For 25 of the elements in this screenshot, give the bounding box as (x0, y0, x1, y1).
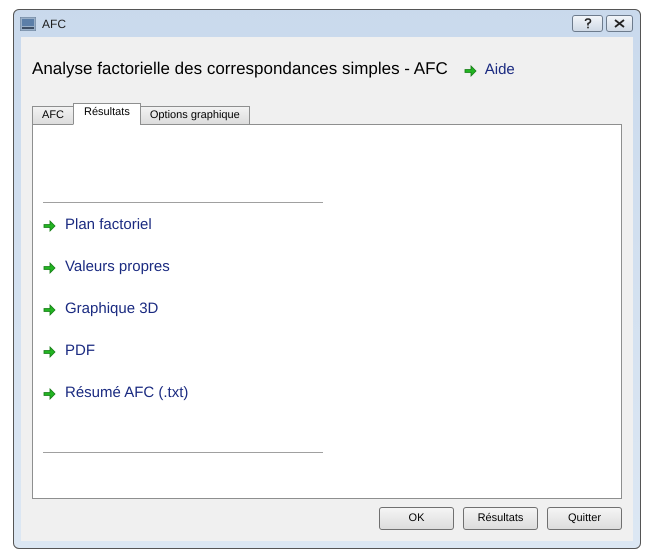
arrow-icon (43, 388, 56, 400)
arrow-icon (43, 262, 56, 274)
window-title: AFC (42, 16, 66, 32)
help-link[interactable]: Aide (464, 59, 515, 82)
arrow-icon (43, 304, 56, 316)
close-button[interactable] (606, 15, 633, 32)
arrow-icon (43, 346, 56, 358)
tab[interactable]: AFC (32, 106, 74, 125)
dialog-button[interactable]: OK (379, 507, 454, 530)
dialog-button[interactable]: Quitter (547, 507, 622, 530)
result-link[interactable]: PDF (43, 341, 95, 362)
result-link[interactable]: Valeurs propres (43, 257, 170, 278)
tab[interactable]: Résultats (73, 103, 141, 125)
result-link[interactable]: Plan factoriel (43, 215, 152, 236)
arrow-icon (43, 220, 56, 232)
dialog-button[interactable]: Résultats (463, 507, 538, 530)
close-icon (614, 19, 625, 28)
dialog-heading: Analyse factorielle des correspondances simples - AFC (32, 58, 448, 80)
help-icon (584, 18, 592, 29)
app-icon (20, 16, 36, 30)
help-button[interactable] (572, 15, 603, 32)
result-link[interactable]: Résumé AFC (.txt) (43, 383, 188, 404)
arrow-icon (464, 64, 477, 76)
result-link[interactable]: Graphique 3D (43, 299, 158, 320)
tab[interactable]: Options graphique (140, 106, 250, 125)
